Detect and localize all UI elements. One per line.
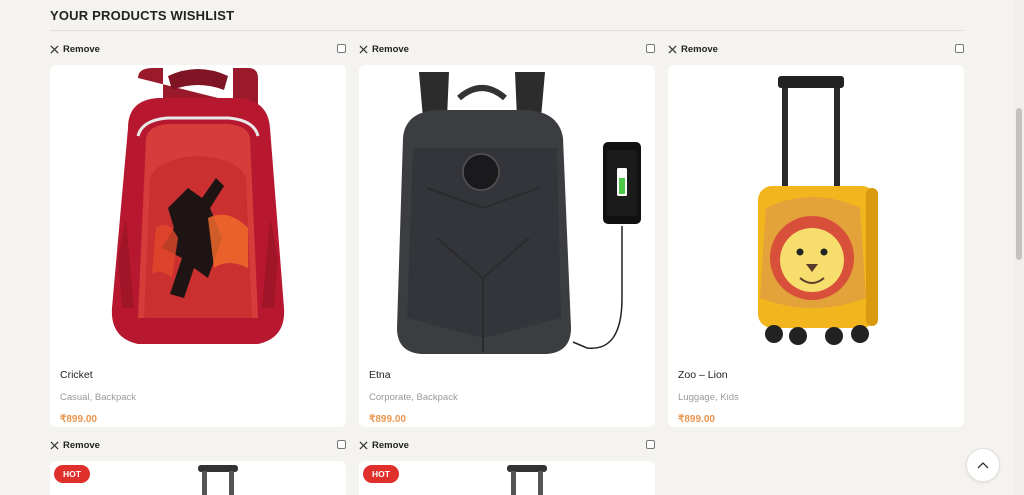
remove-button[interactable]: Remove	[668, 44, 718, 55]
product-categories: Casual, Backpack	[60, 392, 137, 403]
close-icon	[50, 440, 59, 450]
remove-label: Remove	[372, 439, 409, 451]
select-checkbox[interactable]	[337, 440, 346, 449]
remove-label: Remove	[681, 43, 718, 55]
chevron-up-icon	[977, 462, 989, 469]
scrollbar[interactable]	[1014, 0, 1024, 495]
wishlist-item: Remove Cricket Casual, Backpack ₹899.00	[50, 41, 346, 427]
product-categories: Luggage, Kids	[678, 392, 739, 403]
category-link[interactable]: Backpack	[95, 392, 136, 403]
product-name[interactable]: Zoo – Lion	[678, 369, 954, 381]
product-categories: Corporate, Backpack	[369, 392, 458, 403]
product-name[interactable]: Cricket	[60, 369, 336, 381]
wishlist-item: Remove Etna Corporate, Backpack ₹899.00	[359, 41, 655, 427]
category-link[interactable]: Corporate	[369, 392, 411, 403]
hot-badge: HOT	[54, 465, 90, 483]
category-link[interactable]: Casual	[60, 392, 90, 403]
close-icon	[359, 44, 368, 54]
product-image[interactable]	[668, 65, 964, 361]
hot-badge: HOT	[363, 465, 399, 483]
product-name[interactable]: Etna	[369, 369, 645, 381]
category-link[interactable]: Backpack	[417, 392, 458, 403]
product-image[interactable]	[194, 465, 242, 495]
remove-button[interactable]: Remove	[50, 44, 100, 55]
scroll-to-top-button[interactable]	[966, 448, 1000, 482]
product-card[interactable]: HOT	[359, 461, 655, 495]
wishlist-item: Remove HOT	[50, 437, 346, 495]
close-icon	[359, 440, 368, 450]
product-card[interactable]: Etna Corporate, Backpack ₹899.00	[359, 65, 655, 427]
select-checkbox[interactable]	[646, 440, 655, 449]
select-checkbox[interactable]	[337, 44, 346, 53]
remove-button[interactable]: Remove	[50, 440, 100, 451]
header-divider	[50, 30, 964, 31]
product-image[interactable]	[359, 65, 655, 361]
close-icon	[668, 44, 677, 54]
wishlist-item: Remove HOT	[359, 437, 655, 495]
product-card[interactable]: Cricket Casual, Backpack ₹899.00	[50, 65, 346, 427]
close-icon	[50, 44, 59, 54]
remove-label: Remove	[63, 439, 100, 451]
product-card[interactable]: Zoo – Lion Luggage, Kids ₹899.00	[668, 65, 964, 427]
wishlist-item: Remove Zoo – Lion Luggage, Kids ₹899.00	[668, 41, 964, 427]
product-card[interactable]: HOT	[50, 461, 346, 495]
product-price: ₹899.00	[678, 414, 715, 425]
category-link[interactable]: Kids	[720, 392, 738, 403]
scrollbar-thumb[interactable]	[1016, 108, 1022, 260]
page-title: YOUR PRODUCTS WISHLIST	[50, 8, 235, 23]
remove-button[interactable]: Remove	[359, 440, 409, 451]
product-price: ₹899.00	[60, 414, 97, 425]
select-checkbox[interactable]	[955, 44, 964, 53]
product-image[interactable]	[503, 465, 551, 495]
product-price: ₹899.00	[369, 414, 406, 425]
product-image[interactable]	[50, 65, 346, 361]
remove-label: Remove	[63, 43, 100, 55]
remove-label: Remove	[372, 43, 409, 55]
remove-button[interactable]: Remove	[359, 44, 409, 55]
select-checkbox[interactable]	[646, 44, 655, 53]
category-link[interactable]: Luggage	[678, 392, 715, 403]
